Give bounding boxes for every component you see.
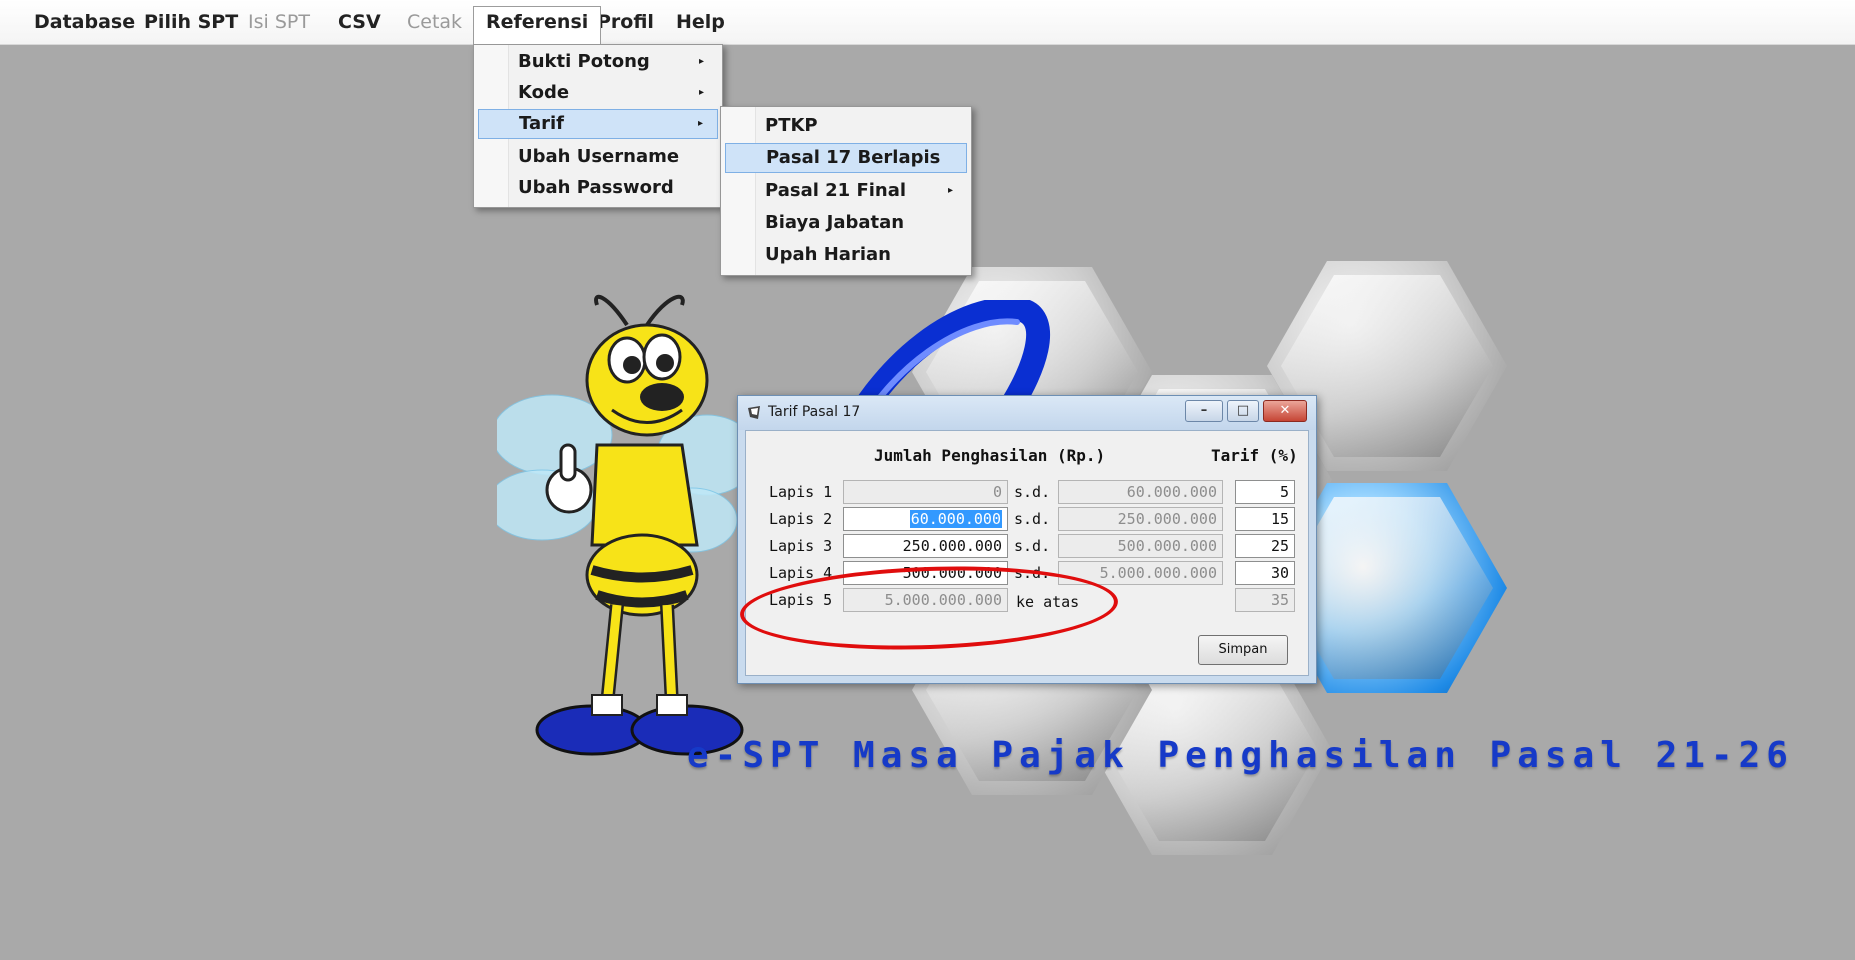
rate-field[interactable]: 30 — [1235, 561, 1295, 585]
menu-pilih-spt[interactable]: Pilih SPT — [132, 6, 250, 38]
tarif-submenu: PTKP Pasal 17 Berlapis Pasal 21 Final ▸ … — [720, 106, 972, 276]
close-button[interactable]: ✕ — [1263, 400, 1307, 422]
row-label: Lapis 3 — [769, 537, 833, 555]
brand-title: e-SPT Masa Pajak Penghasilan Pasal 21-26 — [687, 735, 1794, 776]
menu-isi-spt[interactable]: Isi SPT — [236, 6, 322, 38]
menu-csv[interactable]: CSV — [326, 6, 393, 38]
menu-item-ptkp[interactable]: PTKP — [725, 111, 967, 141]
row-label: Lapis 1 — [769, 483, 833, 501]
app-icon — [748, 406, 760, 419]
dialog-titlebar[interactable]: Tarif Pasal 17 – □ ✕ — [738, 396, 1316, 430]
maximize-button[interactable]: □ — [1227, 400, 1259, 422]
menu-item-label: Tarif — [519, 113, 564, 134]
income-to-field[interactable]: 250.000.000 — [1058, 507, 1223, 531]
dialog-title: Tarif Pasal 17 — [768, 404, 861, 420]
minimize-button[interactable]: – — [1185, 400, 1223, 422]
bee-mascot — [497, 294, 757, 756]
menu-item-bukti-potong[interactable]: Bukti Potong ▸ — [478, 47, 718, 77]
menu-help[interactable]: Help — [664, 6, 737, 38]
menu-item-label: Biaya Jabatan — [765, 212, 905, 233]
menu-item-label: Pasal 17 Berlapis — [766, 147, 941, 168]
income-header: Jumlah Penghasilan (Rp.) — [874, 446, 1106, 465]
menu-item-ubah-username[interactable]: Ubah Username — [478, 142, 718, 172]
menubar: Database Pilih SPT Isi SPT CSV Cetak Ref… — [0, 0, 1855, 45]
income-to-field[interactable]: 500.000.000 — [1058, 534, 1223, 558]
menu-item-label: Ubah Username — [518, 146, 680, 167]
income-to-field[interactable]: 60.000.000 — [1058, 480, 1223, 504]
range-separator: s.d. — [1014, 483, 1051, 501]
rate-header: Tarif (%) — [1211, 446, 1298, 465]
menu-item-ubah-password[interactable]: Ubah Password — [478, 173, 718, 203]
income-from-field[interactable]: 250.000.000 — [843, 534, 1008, 558]
submenu-arrow-icon: ▸ — [698, 87, 704, 98]
submenu-arrow-icon: ▸ — [697, 118, 703, 129]
menu-item-pasal-17-berlapis[interactable]: Pasal 17 Berlapis — [725, 143, 967, 173]
menu-item-upah-harian[interactable]: Upah Harian — [725, 240, 967, 270]
menu-item-kode[interactable]: Kode ▸ — [478, 78, 718, 108]
minimize-icon: – — [1200, 403, 1208, 418]
menu-cetak[interactable]: Cetak — [395, 6, 474, 38]
close-icon: ✕ — [1279, 403, 1291, 418]
menu-item-label: Upah Harian — [765, 244, 891, 265]
simpan-button[interactable]: Simpan — [1198, 635, 1288, 665]
range-separator: s.d. — [1014, 510, 1051, 528]
menu-item-label: PTKP — [765, 115, 818, 136]
rate-field[interactable]: 5 — [1235, 480, 1295, 504]
menu-item-tarif[interactable]: Tarif ▸ — [478, 109, 718, 139]
menu-database[interactable]: Database — [22, 6, 147, 38]
income-from-field[interactable]: 0 — [843, 480, 1008, 504]
submenu-arrow-icon: ▸ — [698, 56, 704, 67]
menu-item-label: Bukti Potong — [518, 51, 650, 72]
row-label: Lapis 2 — [769, 510, 833, 528]
rate-field[interactable]: 35 — [1235, 588, 1295, 612]
range-separator: s.d. — [1014, 537, 1051, 555]
menu-item-label: Ubah Password — [518, 177, 674, 198]
maximize-icon: □ — [1236, 403, 1250, 418]
selected-text: 60.000.000 — [909, 510, 1002, 528]
menu-item-pasal-21-final[interactable]: Pasal 21 Final ▸ — [725, 176, 967, 206]
menu-item-label: Kode — [518, 82, 570, 103]
income-from-field[interactable]: 60.000.000 — [843, 507, 1008, 531]
rate-field[interactable]: 15 — [1235, 507, 1295, 531]
rate-field[interactable]: 25 — [1235, 534, 1295, 558]
menu-referensi[interactable]: Referensi — [473, 6, 602, 44]
referensi-dropdown: Bukti Potong ▸ Kode ▸ Tarif ▸ Ubah Usern… — [473, 44, 723, 208]
menu-item-biaya-jabatan[interactable]: Biaya Jabatan — [725, 208, 967, 238]
menu-item-label: Pasal 21 Final — [765, 180, 907, 201]
submenu-arrow-icon: ▸ — [947, 185, 953, 196]
